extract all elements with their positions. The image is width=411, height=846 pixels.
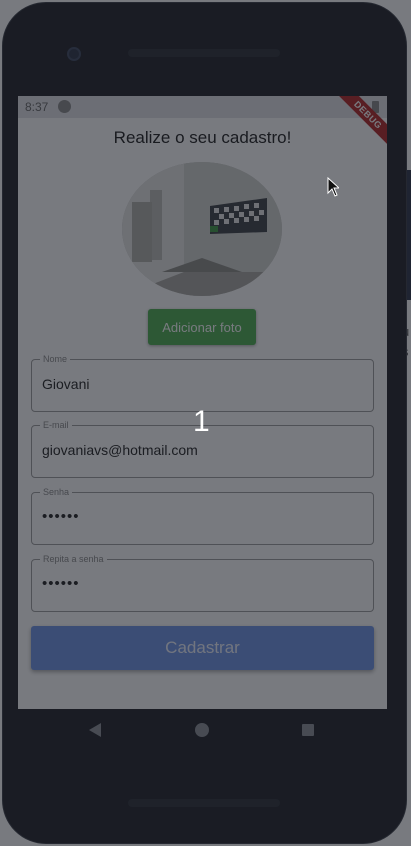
name-field-value: Giovani: [42, 376, 90, 392]
overlay-count: 1: [193, 405, 210, 438]
top-speaker: [128, 49, 280, 57]
email-field-value: giovaniavs@hotmail.com: [42, 442, 198, 458]
name-field-label: Nome: [40, 354, 71, 365]
password-field[interactable]: Senha ••••••: [31, 487, 374, 545]
confirm-password-field-label: Repita a senha: [40, 554, 107, 565]
confirm-password-field[interactable]: Repita a senha ••••••: [31, 554, 374, 612]
home-icon[interactable]: [195, 723, 209, 737]
android-nav-bar: [18, 710, 387, 752]
recents-icon[interactable]: [302, 724, 314, 736]
room-photo-image: [122, 162, 282, 296]
password-field-value: ••••••: [42, 508, 80, 525]
status-bar: 8:37 ▼: [18, 96, 387, 118]
add-photo-button[interactable]: Adicionar foto: [148, 309, 256, 345]
email-field-label: E-mail: [40, 420, 72, 431]
mouse-cursor-icon: [327, 177, 339, 197]
back-icon[interactable]: [89, 723, 101, 737]
bottom-speaker: [128, 799, 280, 807]
password-field-label: Senha: [40, 487, 73, 498]
status-time: 8:37: [25, 100, 49, 114]
notification-icon: [58, 100, 71, 113]
front-camera: [67, 47, 81, 61]
profile-photo: [122, 162, 282, 296]
confirm-password-field-value: ••••••: [42, 575, 80, 592]
register-button[interactable]: Cadastrar: [31, 626, 374, 670]
page-title: Realize o seu cadastro!: [113, 128, 292, 147]
